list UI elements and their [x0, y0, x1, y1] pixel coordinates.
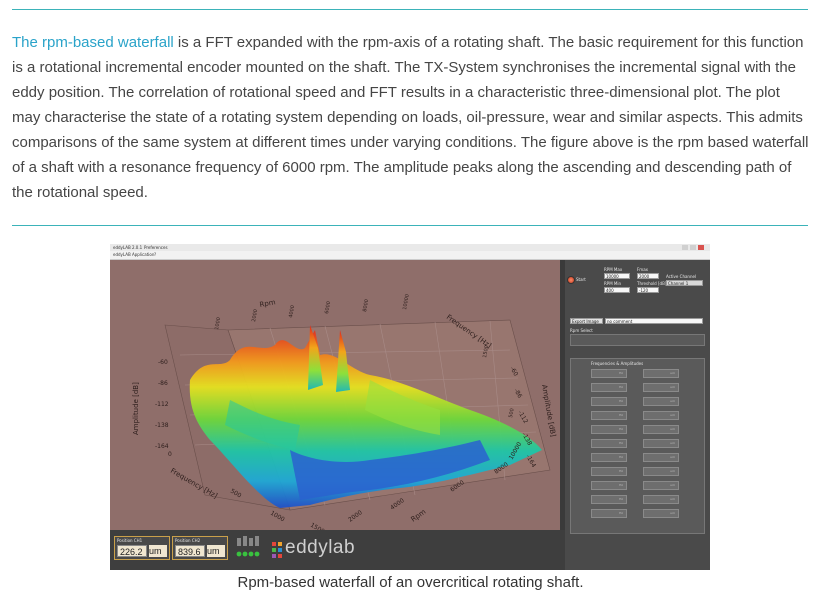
amp-cell[interactable]: um [643, 369, 679, 378]
close-icon[interactable] [698, 245, 704, 250]
left-amplitude-ticks: -60 -86 -112 -138 -164 [155, 359, 169, 450]
rpm-back-tick: 4000 [288, 305, 296, 319]
amp-cell[interactable]: um [643, 509, 679, 518]
position-ch1-label: Position CH1 [117, 538, 143, 543]
amp-cell[interactable]: um [643, 383, 679, 392]
waterfall-figure-screenshot: eddyLAB 2.0.1 Preferences eddyLAB Applic… [110, 244, 710, 570]
description-paragraph: The rpm-based waterfall is a FFT expande… [12, 30, 812, 205]
active-channel-label: Active Channel [666, 274, 697, 279]
freq-cell[interactable]: Hz [591, 509, 627, 518]
freq-cell[interactable]: Hz [591, 453, 627, 462]
freq-front-tick: 1500 [309, 522, 326, 530]
comment-input[interactable]: no comment [605, 318, 703, 324]
rpm-back-tick: 10000 [402, 294, 411, 311]
figure-caption: Rpm-based waterfall of an overcritical r… [237, 574, 584, 591]
freq-cell[interactable]: Hz [591, 397, 627, 406]
freq-cell[interactable]: Hz [591, 411, 627, 420]
amp-cell[interactable]: um [643, 411, 679, 420]
rpm-front-tick: 4000 [389, 497, 406, 512]
position-ch2-label: Position CH2 [175, 538, 201, 543]
amp-cell[interactable]: um [643, 439, 679, 448]
position-ch2-box: Position CH2 839.6 um [172, 536, 228, 560]
rpm-front-tick: 2000 [347, 509, 364, 524]
status-bar: Position CH1 226.2 um Position CH2 839.6… [110, 530, 565, 570]
amplitude-axis-label-left: Amplitude [dB] [132, 382, 140, 435]
amp-cell[interactable]: um [643, 495, 679, 504]
freq-front-tick: 1000 [269, 510, 286, 524]
frequencies-amplitudes-group: Frequencies & Amplitudes Hz um Hz um Hz … [570, 358, 705, 534]
freq-cell[interactable]: Hz [591, 383, 627, 392]
rpm-back-tick: 1000 [214, 317, 222, 331]
position-ch2-unit: um [207, 545, 225, 557]
amp-cell[interactable]: um [643, 467, 679, 476]
freq-cell[interactable]: Hz [591, 495, 627, 504]
position-ch1-value: 226.2 [117, 545, 147, 557]
rpm-back-tick: 6000 [324, 301, 332, 315]
top-divider [12, 9, 808, 10]
fmax-input[interactable]: 2000 [637, 273, 659, 279]
amp-cell[interactable]: um [643, 397, 679, 406]
window-tab[interactable]: Preferences [144, 244, 168, 251]
waterfall-3d-plot: -60 -86 -112 -138 -164 Amplitude [dB] -6… [132, 294, 557, 530]
amp-tick-left: -86 [158, 380, 168, 387]
eddylab-logo: eddylab [285, 537, 356, 558]
control-panel: Start RPM Max 10000 RPM Min 400 Fmax 200… [565, 260, 710, 570]
start-label: Start [576, 277, 586, 282]
rpm-min-label: RPM Min [604, 281, 622, 286]
rpm-max-label: RPM Max [604, 267, 623, 272]
rpm-select-slider[interactable] [570, 334, 705, 346]
freq-cell[interactable]: Hz [591, 481, 627, 490]
active-channel-select[interactable]: Channel 1 [666, 280, 703, 286]
menu-item-eddylab[interactable]: eddyLAB [113, 251, 131, 259]
freq-cell[interactable]: Hz [591, 439, 627, 448]
fmax-label: Fmax [637, 267, 649, 272]
menu-item-help[interactable]: ? [154, 251, 156, 259]
rpm-front-label: Rpm [410, 508, 428, 524]
menu-item-application[interactable]: Application [132, 251, 154, 259]
paragraph-body: is a FFT expanded with the rpm-axis of a… [12, 34, 809, 201]
amp-tick-left: -112 [155, 401, 169, 408]
eddylab-logo-icon [272, 542, 282, 558]
position-ch1-unit: um [149, 545, 167, 557]
position-ch1-box: Position CH1 226.2 um [114, 536, 170, 560]
middle-divider [12, 225, 808, 226]
export-image-button[interactable]: Export Image [570, 318, 603, 324]
start-button[interactable] [567, 276, 575, 284]
rpm-min-input[interactable]: 400 [604, 287, 630, 293]
rpm-back-tick: 2000 [251, 309, 259, 323]
amp-tick-left: -164 [155, 443, 169, 450]
position-ch2-value: 839.6 [175, 545, 205, 557]
amp-cell[interactable]: um [643, 425, 679, 434]
freq-cell[interactable]: Hz [591, 369, 627, 378]
amp-cell[interactable]: um [643, 481, 679, 490]
waterfall-plot-area[interactable]: -60 -86 -112 -138 -164 Amplitude [dB] -6… [110, 260, 560, 530]
freq-front-tick: 0 [168, 451, 172, 458]
rpm-max-input[interactable]: 10000 [604, 273, 630, 279]
freq-cell[interactable]: Hz [591, 425, 627, 434]
rpm-axis-label: Rpm [259, 298, 276, 309]
threshold-label: Threshold [dB] [637, 281, 667, 286]
threshold-input[interactable]: -120 [637, 287, 659, 293]
amp-tick-left: -60 [158, 359, 168, 366]
freq-cell[interactable]: Hz [591, 467, 627, 476]
amp-tick-left: -138 [155, 422, 169, 429]
amplitude-axis-label-right: Amplitude [dB] [540, 384, 557, 438]
amp-cell[interactable]: um [643, 453, 679, 462]
frequencies-amplitudes-label: Frequencies & Amplitudes [591, 361, 644, 366]
menu-bar: eddyLAB Application ? [110, 251, 710, 260]
rpm-waterfall-link[interactable]: The rpm-based waterfall [12, 34, 174, 51]
window-title: eddyLAB 2.0.1 [113, 245, 143, 250]
minimize-icon[interactable] [682, 245, 688, 250]
maximize-icon[interactable] [690, 245, 696, 250]
status-led-icons [236, 536, 260, 557]
rpm-back-tick: 8000 [362, 299, 370, 313]
rpm-select-label: Rpm Select [570, 328, 593, 333]
